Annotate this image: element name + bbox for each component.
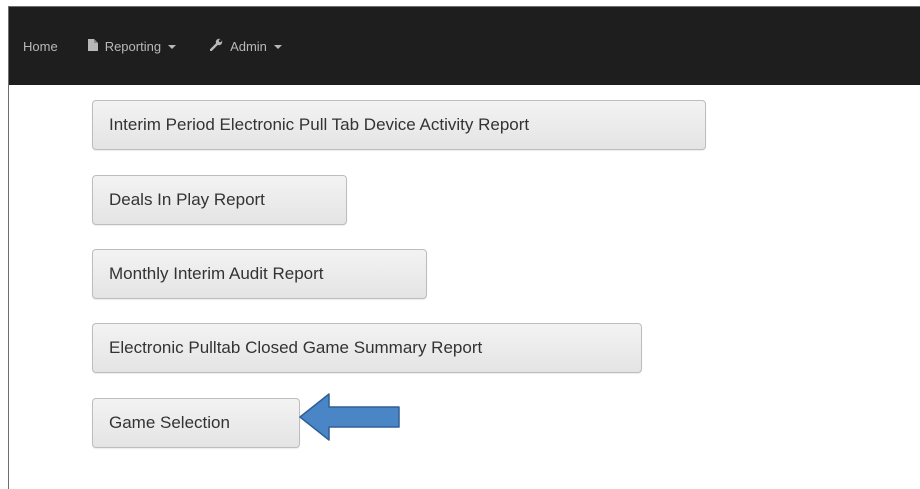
button-label: Electronic Pulltab Closed Game Summary R…	[109, 338, 483, 357]
document-icon	[87, 38, 98, 54]
nav-admin-label: Admin	[230, 38, 267, 54]
top-navbar: Home Reporting Admin	[9, 7, 920, 85]
wrench-icon	[209, 38, 223, 54]
game-selection-button[interactable]: Game Selection	[92, 398, 300, 448]
button-label: Deals In Play Report	[109, 190, 265, 209]
nav-reporting-dropdown[interactable]: Reporting	[87, 38, 177, 54]
chevron-down-icon	[273, 44, 282, 49]
deals-in-play-report-button[interactable]: Deals In Play Report	[92, 175, 347, 225]
monthly-interim-audit-report-button[interactable]: Monthly Interim Audit Report	[92, 249, 427, 299]
nav-reporting-label: Reporting	[104, 38, 162, 54]
nav-admin-dropdown[interactable]: Admin	[209, 38, 282, 54]
button-label: Interim Period Electronic Pull Tab Devic…	[109, 115, 530, 134]
nav-home-label: Home	[23, 38, 58, 54]
arrow-left-icon	[299, 393, 400, 441]
app-window: Home Reporting Admin Interim Period Elec…	[8, 6, 920, 489]
closed-game-summary-report-button[interactable]: Electronic Pulltab Closed Game Summary R…	[92, 323, 642, 373]
interim-epd-activity-report-button[interactable]: Interim Period Electronic Pull Tab Devic…	[92, 100, 706, 150]
button-label: Monthly Interim Audit Report	[109, 264, 324, 283]
button-label: Game Selection	[109, 413, 230, 432]
chevron-down-icon	[168, 44, 177, 49]
nav-home-link[interactable]: Home	[23, 39, 58, 54]
